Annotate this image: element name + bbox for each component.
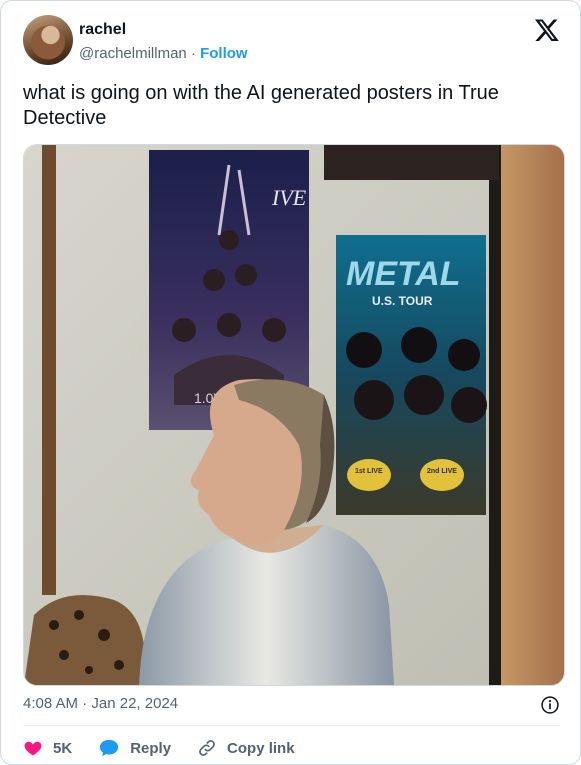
tweet-card: rachel @rachelmillman · Follow what is g…	[0, 0, 581, 765]
divider	[23, 725, 560, 726]
poster-right-subtitle: U.S. TOUR	[372, 294, 433, 308]
poster-right: METAL U.S. TOUR 1st LIVE 2nd LIVE	[336, 235, 487, 515]
separator-dot: ·	[190, 45, 196, 62]
door-frame	[499, 145, 564, 685]
avatar[interactable]	[23, 15, 73, 65]
leopard-pillow	[24, 595, 144, 685]
heart-icon	[24, 741, 42, 756]
copy-link-label: Copy link	[227, 739, 295, 757]
info-icon[interactable]	[540, 695, 560, 715]
reply-bubble-icon	[100, 739, 119, 757]
action-bar: 5K Reply Copy link	[23, 737, 321, 759]
poster-right-title: METAL	[346, 255, 461, 293]
handle-row: @rachelmillman · Follow	[79, 45, 248, 62]
tweet-photo[interactable]: IVE 1.0V METAL U.S. TOUR 1st LIVE 2nd LI…	[23, 144, 565, 686]
like-button[interactable]: 5K	[23, 738, 72, 758]
photo-scene: IVE 1.0V METAL U.S. TOUR 1st LIVE 2nd LI…	[24, 145, 564, 685]
dark-top-band	[324, 145, 499, 180]
follow-button[interactable]: Follow	[200, 45, 248, 62]
reply-label: Reply	[130, 739, 172, 757]
tweet-time: 4:08 AM	[23, 695, 79, 712]
meta-separator: ·	[82, 695, 88, 712]
poster-right-badge1: 1st LIVE	[355, 468, 383, 475]
door-edge	[489, 145, 501, 685]
user-handle[interactable]: @rachelmillman	[79, 45, 187, 62]
x-logo-icon[interactable]	[534, 17, 560, 43]
tweet-header: rachel @rachelmillman · Follow	[23, 15, 560, 71]
timestamp[interactable]: 4:08 AM · Jan 22, 2024	[23, 695, 178, 712]
link-icon	[199, 740, 215, 756]
reply-button[interactable]: Reply	[98, 738, 171, 758]
like-count: 5K	[53, 739, 73, 757]
user-name[interactable]: rachel	[79, 21, 126, 39]
tweet-text: what is going on with the AI generated p…	[23, 82, 499, 129]
copy-link-button[interactable]: Copy link	[197, 738, 295, 758]
tweet-date: Jan 22, 2024	[91, 695, 179, 712]
wood-trim	[42, 145, 56, 595]
poster-right-badge2: 2nd LIVE	[427, 468, 457, 475]
poster-left-logo: IVE	[271, 185, 307, 210]
